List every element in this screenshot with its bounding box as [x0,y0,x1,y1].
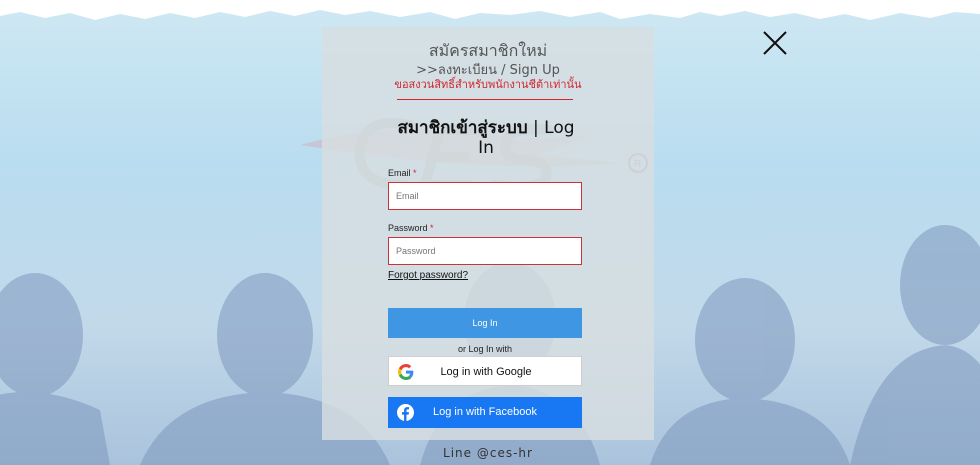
facebook-login-label: Log in with Facebook [433,406,537,418]
close-icon [763,31,787,55]
divider [397,99,573,100]
close-button[interactable] [762,30,788,56]
or-login-with-text: or Log In with [457,344,513,354]
google-login-label: Log in with Google [440,366,532,378]
password-required-mark: * [430,223,434,233]
password-label: Password * [388,223,434,233]
line-contact: Line @ces-hr [443,446,533,460]
login-button[interactable]: Log In [388,308,582,338]
login-title: สมาชิกเข้าสู่ระบบ | Log In [388,118,584,158]
login-title-thai: สมาชิกเข้าสู่ระบบ [397,118,528,138]
google-login-button[interactable]: Log in with Google [388,356,582,386]
signup-note: ขอสงวนสิทธิ์สำหรับพนักงานชีต้าเท่านั้น [394,78,582,91]
facebook-login-button[interactable]: Log in with Facebook [388,397,582,428]
email-label: Email * [388,168,417,178]
email-input[interactable] [388,182,582,210]
password-label-text: Password [388,223,428,233]
email-label-text: Email [388,168,411,178]
email-required-mark: * [413,168,417,178]
forgot-password-link[interactable]: Forgot password? [388,270,468,281]
password-input[interactable] [388,237,582,265]
